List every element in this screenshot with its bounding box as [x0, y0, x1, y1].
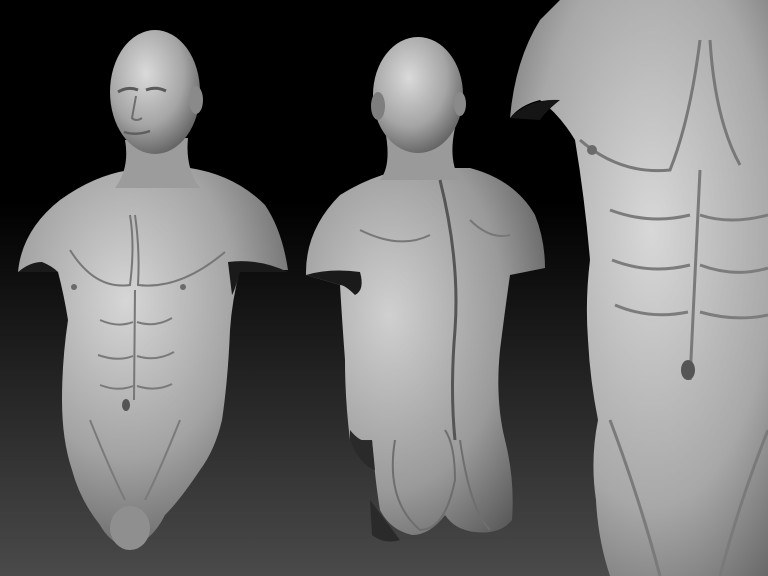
render-viewport: [0, 0, 768, 576]
sculpt-render: [0, 0, 768, 576]
front-head: [110, 30, 200, 154]
back-head: [373, 37, 463, 153]
front-ear: [189, 86, 203, 114]
